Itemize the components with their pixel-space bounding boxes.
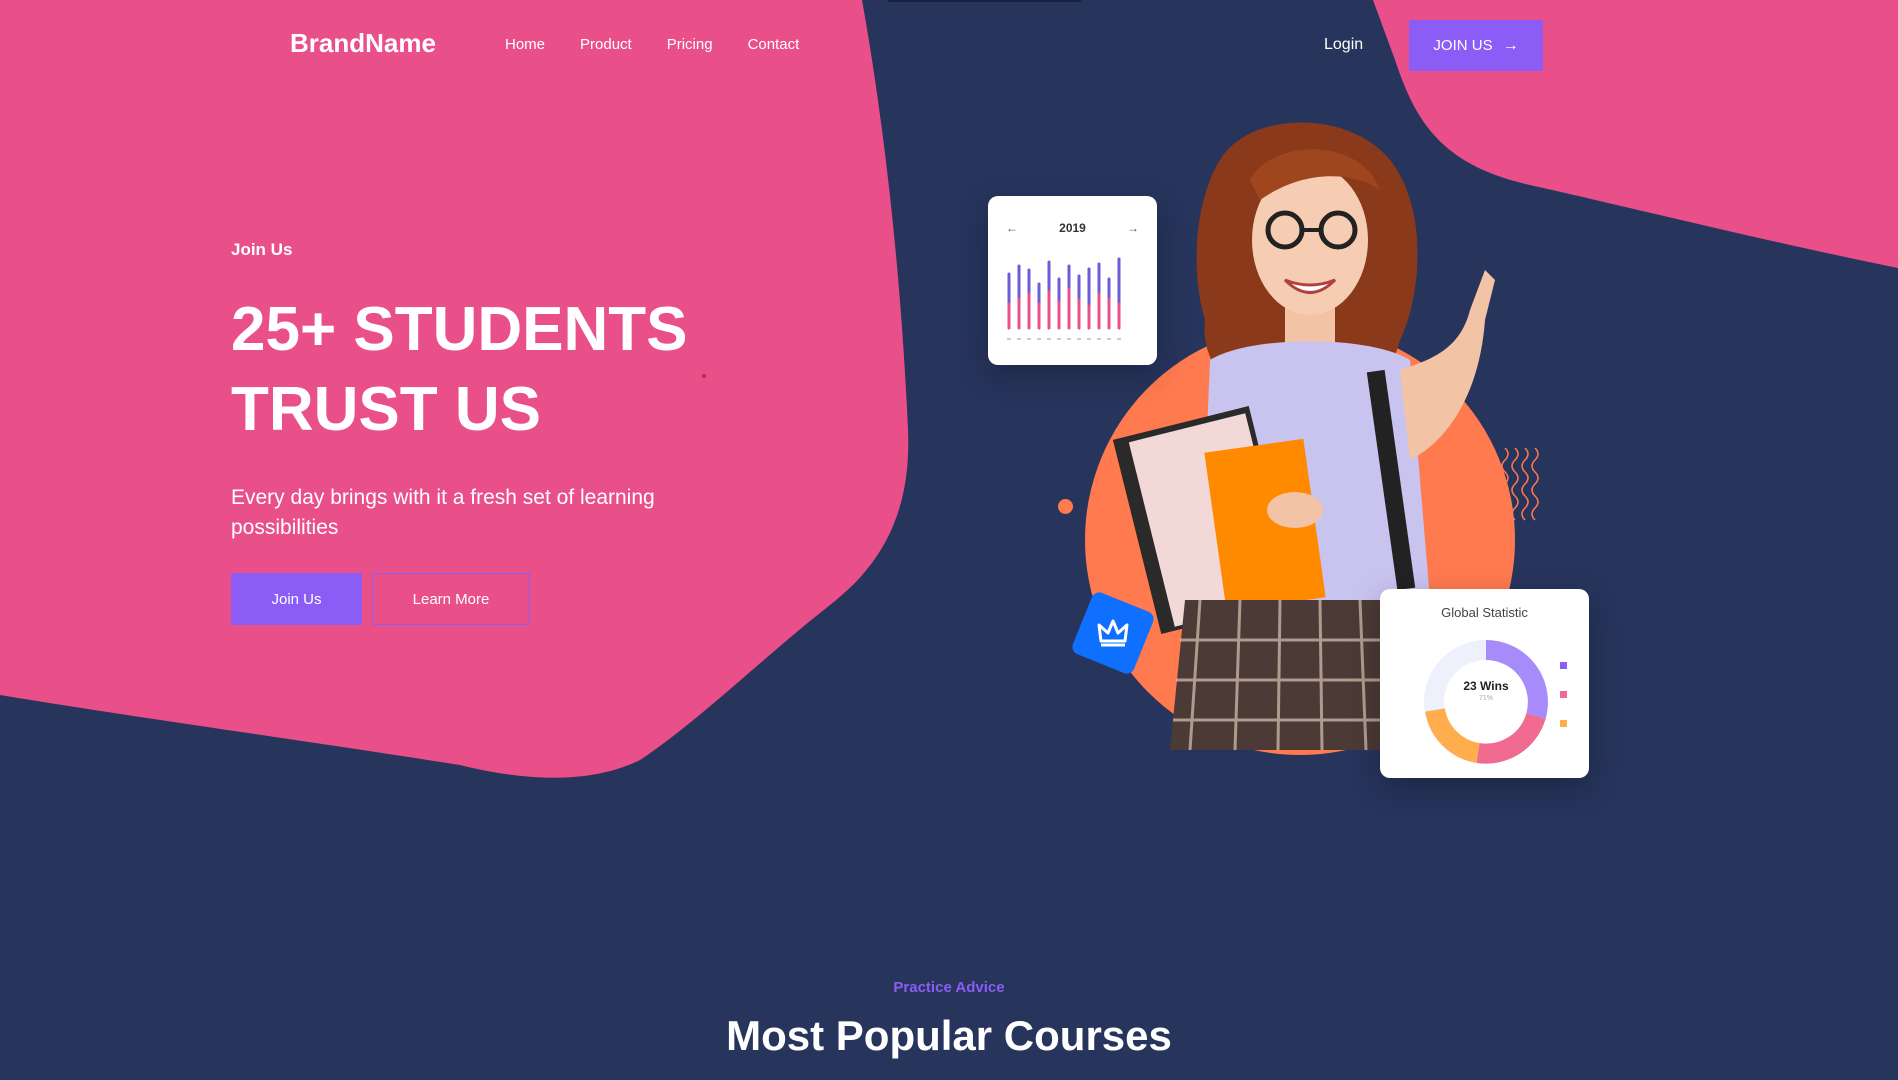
arrow-left-icon[interactable]: ← <box>1006 221 1018 235</box>
nav-link-home[interactable]: Home <box>505 36 545 53</box>
join-us-nav-button[interactable]: JOIN US → <box>1409 20 1543 71</box>
hero-subtitle: Every day brings with it a fresh set of … <box>231 486 655 539</box>
legend-swatch-purple <box>1560 662 1567 669</box>
hero-eyebrow: Join Us <box>231 240 293 259</box>
section-title: Most Popular Courses <box>726 1012 1172 1059</box>
arrow-right-icon[interactable]: → <box>1127 221 1139 235</box>
mini-bar-axis-ticks <box>1007 338 1121 340</box>
hero-learn-more-button[interactable]: Learn More <box>372 573 530 625</box>
hero-join-button[interactable]: Join Us <box>231 573 362 625</box>
hero-headline-line1: 25+ STUDENTS <box>231 295 688 364</box>
wavy-lines-decor <box>1501 448 1539 521</box>
global-statistic-card: Global Statistic 23 Wins 71% <box>1380 589 1589 778</box>
decorative-dot <box>702 374 706 378</box>
mini-bar-chart <box>1007 257 1121 340</box>
nav-link-product[interactable]: Product <box>580 36 632 53</box>
section-eyebrow: Practice Advice <box>893 979 1005 996</box>
legend-swatch-orange <box>1560 720 1567 727</box>
chart-year-label: 2019 <box>1059 221 1086 235</box>
donut-center-label: 23 Wins <box>1463 679 1509 693</box>
hero-headline: 25+ STUDENTS TRUST US <box>231 290 791 450</box>
small-orange-dot <box>1058 499 1073 514</box>
crown-icon <box>1097 619 1129 647</box>
brand-logo[interactable]: BrandName <box>290 28 436 59</box>
chart-card-header: ← 2019 → <box>1006 221 1139 235</box>
donut-center-sub: 71% <box>1478 695 1493 702</box>
nav-link-contact[interactable]: Contact <box>748 36 800 53</box>
donut-segment-orange <box>1425 707 1481 763</box>
donut-center: 23 Wins 71% <box>1418 679 1554 702</box>
nav-link-pricing[interactable]: Pricing <box>667 36 713 53</box>
donut-chart <box>1424 640 1548 764</box>
hero-headline-line2: TRUST US <box>231 375 541 444</box>
arrow-right-icon: → <box>1502 36 1519 54</box>
stat-card-title: Global Statistic <box>1441 605 1528 620</box>
login-link[interactable]: Login <box>1324 36 1363 54</box>
mini-bar-group <box>1007 257 1121 330</box>
legend-swatch-pink <box>1560 691 1567 698</box>
join-us-nav-label: JOIN US <box>1433 37 1493 54</box>
main-nav: Home Product Pricing Contact <box>505 36 799 53</box>
yearly-chart-card: ← 2019 → <box>988 196 1157 365</box>
donut-legend <box>1560 662 1567 727</box>
